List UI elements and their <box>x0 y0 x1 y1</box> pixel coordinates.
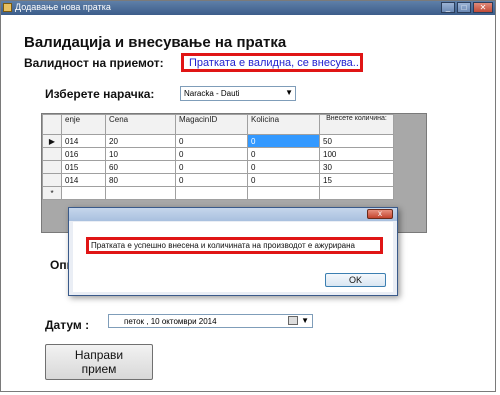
date-picker[interactable]: петок , 10 октомври 2014 ▼ <box>108 314 313 328</box>
table-cell[interactable]: 80 <box>105 173 176 187</box>
dialog-close-button[interactable]: x <box>367 209 393 219</box>
row-indicator[interactable] <box>42 147 62 161</box>
grid-corner <box>42 114 62 135</box>
dialog-message-highlight: Пратката е успешно внесена и количината … <box>86 237 383 254</box>
table-cell[interactable]: 0 <box>175 160 248 174</box>
date-value: петок , 10 октомври 2014 <box>124 317 217 326</box>
row-indicator[interactable]: ▶ <box>42 134 62 148</box>
minimize-button[interactable]: _ <box>441 2 455 13</box>
table-row[interactable]: 015 60 0 0 30 <box>42 160 394 174</box>
table-cell[interactable] <box>105 186 176 200</box>
ok-button[interactable]: OK <box>325 273 386 287</box>
close-button[interactable]: ✕ <box>473 2 493 13</box>
title-bar[interactable]: Додавање нова пратка _ □ ✕ <box>1 1 495 15</box>
table-cell[interactable]: 0 <box>247 173 320 187</box>
make-receipt-button[interactable]: Направи прием <box>45 344 153 380</box>
validity-status-box: Пратката е валидна, се внесува.. <box>181 53 363 72</box>
table-cell[interactable] <box>175 186 248 200</box>
validity-label: Валидност на приемот: <box>24 56 164 70</box>
dialog-body: Пратката е успешно внесена и количината … <box>73 222 393 292</box>
new-row[interactable]: * <box>42 186 394 200</box>
table-cell[interactable] <box>247 186 320 200</box>
page-title: Валидација и внесување на пратка <box>24 34 287 51</box>
column-header[interactable]: enje <box>61 114 106 135</box>
table-cell[interactable]: 15 <box>319 173 394 187</box>
order-dropdown[interactable]: Naracka - Dauti ▼ <box>180 86 296 101</box>
table-cell[interactable]: 0 <box>175 173 248 187</box>
message-dialog: x Пратката е успешно внесена и количинат… <box>68 207 398 296</box>
calendar-icon[interactable] <box>288 316 298 325</box>
table-cell[interactable] <box>61 186 106 200</box>
order-label: Изберете нарачка: <box>45 87 155 101</box>
row-indicator[interactable] <box>42 173 62 187</box>
table-cell[interactable]: 30 <box>319 160 394 174</box>
table-cell[interactable] <box>319 186 394 200</box>
window-title: Додавање нова пратка <box>15 2 111 12</box>
table-cell[interactable]: 20 <box>105 134 176 148</box>
column-header[interactable]: MagacinID <box>175 114 248 135</box>
dialog-message: Пратката е успешно внесена и количината … <box>91 241 355 250</box>
table-cell[interactable]: 0 <box>175 134 248 148</box>
new-row-indicator[interactable]: * <box>42 186 62 200</box>
validity-message: Пратката е валидна, се внесува.. <box>189 57 359 69</box>
column-header[interactable]: Kolicina <box>247 114 320 135</box>
table-cell[interactable]: 10 <box>105 147 176 161</box>
table-cell[interactable]: 016 <box>61 147 106 161</box>
date-label: Датум : <box>45 318 90 332</box>
column-header-label: Внесете количина: <box>326 115 387 123</box>
table-row[interactable]: ▶ 014 20 0 0 50 <box>42 134 394 148</box>
chevron-down-icon[interactable]: ▼ <box>301 316 309 325</box>
maximize-button[interactable]: □ <box>457 2 471 13</box>
table-row[interactable]: 014 80 0 0 15 <box>42 173 394 187</box>
table-cell[interactable]: 0 <box>247 160 320 174</box>
make-receipt-label: Направи прием <box>74 348 124 376</box>
table-cell[interactable]: 60 <box>105 160 176 174</box>
table-cell-selected[interactable]: 0 <box>247 134 320 148</box>
table-cell[interactable]: 0 <box>175 147 248 161</box>
app-icon <box>3 3 12 12</box>
row-indicator[interactable] <box>42 160 62 174</box>
table-cell[interactable]: 100 <box>319 147 394 161</box>
table-cell[interactable]: 015 <box>61 160 106 174</box>
table-cell[interactable]: 014 <box>61 173 106 187</box>
table-cell[interactable]: 0 <box>247 147 320 161</box>
column-header[interactable]: Внесете количина: <box>319 114 394 135</box>
column-header[interactable]: Cena <box>105 114 176 135</box>
table-cell[interactable]: 50 <box>319 134 394 148</box>
table-row[interactable]: 016 10 0 0 100 <box>42 147 394 161</box>
dialog-title-bar[interactable]: x <box>69 208 397 221</box>
table-cell[interactable]: 014 <box>61 134 106 148</box>
order-selected-value: Naracka - Dauti <box>184 89 240 98</box>
chevron-down-icon[interactable]: ▼ <box>285 88 293 97</box>
